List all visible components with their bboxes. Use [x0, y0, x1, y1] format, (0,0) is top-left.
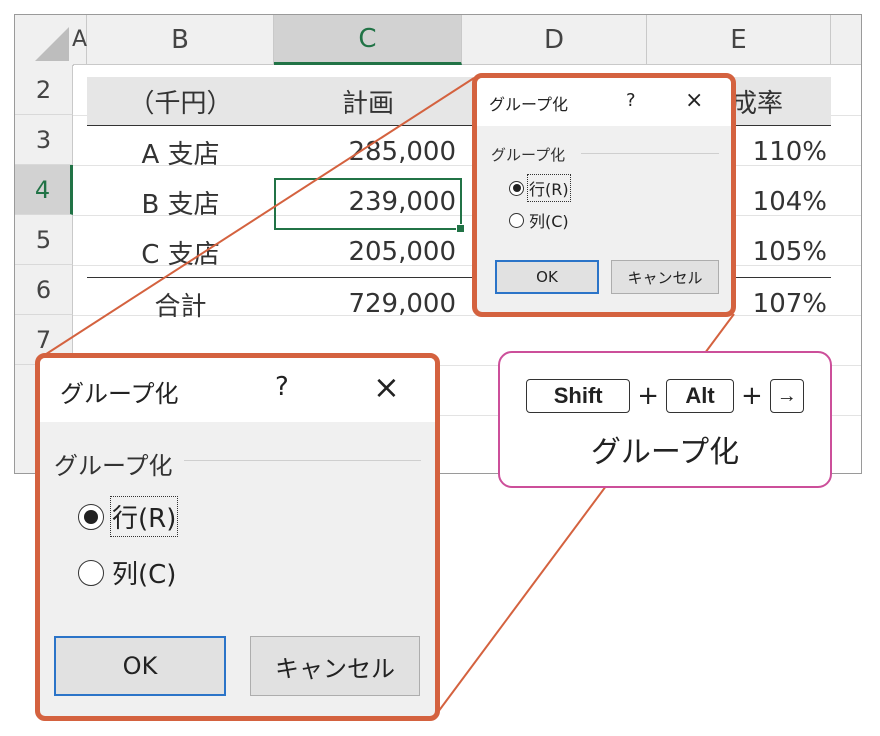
- group-divider: [184, 460, 421, 461]
- key-plus: +: [637, 381, 659, 411]
- radio-columns-label: 列(C): [112, 560, 177, 590]
- help-button[interactable]: ?: [626, 90, 636, 111]
- shortcut-label: グループ化: [590, 435, 740, 470]
- connector-line-top: [39, 77, 475, 359]
- shortcut-callout: Shift + Alt + → グループ化: [498, 351, 832, 488]
- group-divider: [581, 153, 719, 154]
- group-label: グループ化: [54, 452, 173, 480]
- radio-unchecked-icon: [78, 559, 104, 586]
- radio-rows-label: 行(R): [109, 496, 179, 537]
- ok-button[interactable]: OK: [54, 636, 226, 696]
- shortcut-keys: Shift + Alt + →: [500, 379, 830, 413]
- key-shift: Shift: [526, 379, 631, 413]
- group-label: グループ化: [491, 146, 566, 164]
- key-plus: +: [741, 381, 763, 411]
- radio-columns[interactable]: 列(C): [509, 208, 569, 232]
- group-dialog-zoomed: グループ化 ? × グループ化 行(R) 列(C) OK キャンセル: [35, 353, 440, 721]
- ok-button[interactable]: OK: [495, 260, 599, 294]
- key-arrow-right-icon: →: [769, 379, 804, 413]
- radio-rows-label: 行(R): [527, 174, 571, 202]
- dialog-title: グループ化: [60, 380, 179, 408]
- dialog-titlebar: グループ化 ? ×: [477, 78, 731, 126]
- close-button[interactable]: ×: [685, 88, 703, 113]
- dialog-title: グループ化: [489, 95, 569, 114]
- close-button[interactable]: ×: [373, 368, 400, 406]
- key-alt: Alt: [666, 379, 734, 413]
- cancel-button[interactable]: キャンセル: [611, 260, 719, 294]
- radio-rows[interactable]: 行(R): [78, 496, 179, 537]
- radio-rows[interactable]: 行(R): [509, 174, 571, 202]
- radio-unchecked-icon: [509, 212, 524, 228]
- help-button[interactable]: ?: [275, 372, 289, 402]
- cancel-button[interactable]: キャンセル: [250, 636, 420, 696]
- group-dialog-small: グループ化 ? × グループ化 行(R) 列(C) OK キャンセル: [472, 73, 736, 317]
- dialog-titlebar: グループ化 ? ×: [40, 358, 435, 422]
- radio-columns[interactable]: 列(C): [78, 554, 176, 591]
- radio-columns-label: 列(C): [529, 212, 569, 231]
- radio-checked-icon: [78, 503, 104, 530]
- radio-checked-icon: [509, 180, 524, 196]
